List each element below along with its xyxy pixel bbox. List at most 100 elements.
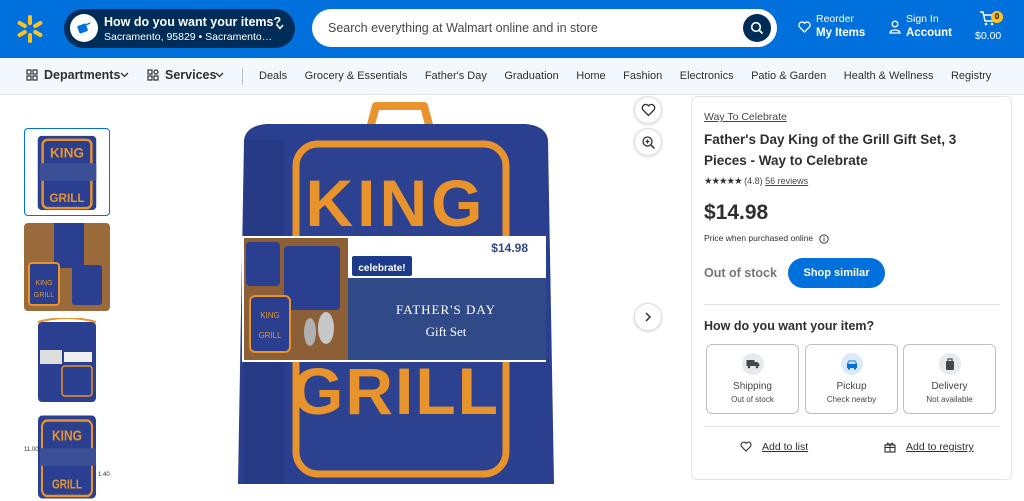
reviews-link[interactable]: 56 reviews	[765, 176, 808, 186]
thumbnail-image: KING GRILL	[28, 132, 106, 212]
zoom-button[interactable]	[634, 128, 662, 156]
nav-link-registry[interactable]: Registry	[951, 70, 991, 82]
top-header: How do you want your items? Sacramento, …	[0, 0, 1024, 58]
pickup-option[interactable]: Pickup Check nearby	[805, 344, 898, 414]
delivery-label: Delivery	[931, 381, 968, 392]
pickup-status: Check nearby	[826, 395, 877, 404]
delivery-icon	[70, 14, 98, 42]
band-title-1: FATHER'S DAY	[396, 302, 496, 317]
nav-link-fashion[interactable]: Fashion	[623, 70, 662, 82]
brand-link[interactable]: Way To Celebrate	[704, 111, 787, 123]
pickup-label: Pickup	[836, 381, 867, 392]
divider	[704, 304, 1000, 305]
thumbnail-3[interactable]	[24, 318, 110, 406]
product-title: Father's Day King of the Grill Gift Set,…	[704, 132, 957, 168]
nav-link-health-wellness[interactable]: Health & Wellness	[844, 70, 934, 82]
location-title: How do you want your items?	[104, 15, 282, 29]
search-icon	[750, 21, 764, 35]
car-icon	[841, 353, 863, 375]
services-label: Services	[165, 68, 217, 82]
heart-icon	[641, 103, 655, 117]
delivery-status: Not available	[926, 395, 973, 404]
grill-text: GRILL	[292, 354, 500, 428]
my-items-label: My Items	[816, 27, 866, 39]
zoom-in-icon	[641, 135, 655, 149]
heart-icon	[798, 21, 811, 33]
band-price: $14.98	[491, 241, 528, 255]
departments-label: Departments	[44, 68, 121, 82]
svg-text:GRILL: GRILL	[49, 192, 84, 205]
delivery-bag-icon	[939, 353, 961, 375]
thumbnail-image: KING GRILL	[24, 223, 110, 311]
thumbnail-image: KING GRILL	[24, 413, 110, 501]
fulfillment-heading: How do you want your item?	[704, 319, 875, 333]
rating-row: ★★★★★ (4.8) 56 reviews	[704, 176, 808, 187]
walmart-spark-logo[interactable]	[14, 13, 46, 45]
signin-label: Sign In	[906, 13, 939, 25]
nav-link-fathers-day[interactable]: Father's Day	[425, 70, 487, 82]
nav-link-grocery[interactable]: Grocery & Essentials	[305, 70, 408, 82]
grid-icon	[26, 69, 38, 81]
nav-link-deals[interactable]: Deals	[259, 70, 287, 82]
nav-link-patio-garden[interactable]: Patio & Garden	[751, 70, 826, 82]
rating-value: (4.8)	[744, 176, 763, 186]
band-brand: celebrate!	[358, 263, 405, 274]
thumbnail-dimension-label: 1.40	[98, 472, 110, 478]
stock-status: Out of stock	[704, 266, 777, 280]
chevron-down-icon	[276, 24, 284, 30]
next-image-button[interactable]	[634, 303, 662, 331]
info-icon[interactable]	[818, 234, 829, 244]
truck-icon	[742, 353, 764, 375]
add-to-list-label: Add to list	[762, 441, 809, 453]
location-detail: Sacramento, 95829 • Sacramento Su...	[104, 31, 274, 43]
nav-link-graduation[interactable]: Graduation	[504, 70, 558, 82]
nav-link-home[interactable]: Home	[576, 70, 605, 82]
nav-links: Deals Grocery & Essentials Father's Day …	[259, 70, 1009, 82]
svg-text:GRILL: GRILL	[34, 292, 54, 299]
product-info-panel: Way To Celebrate Father's Day King of th…	[691, 96, 1012, 480]
svg-text:KING: KING	[260, 311, 280, 320]
thumbnail-image	[24, 318, 110, 406]
price-note-text: Price when purchased online	[704, 233, 814, 243]
account-label: Account	[906, 27, 952, 39]
shop-similar-button[interactable]: Shop similar	[788, 258, 885, 288]
gift-icon	[884, 442, 896, 453]
svg-text:KING: KING	[35, 280, 52, 287]
location-selector[interactable]: How do you want your items? Sacramento, …	[64, 9, 295, 48]
heart-icon	[740, 441, 752, 452]
search-bar	[312, 9, 777, 47]
product-price: $14.98	[704, 201, 769, 224]
user-icon	[889, 20, 901, 34]
chevron-right-icon	[645, 312, 652, 322]
thumbnail-dimension-label: 11.00"	[24, 447, 41, 453]
product-photo: KING GRILL KING GRILL $14.98 celebrate! …	[238, 102, 554, 484]
thumbnail-1[interactable]: KING GRILL	[24, 128, 110, 216]
search-button[interactable]	[743, 14, 771, 42]
thumbnail-2[interactable]: KING GRILL	[24, 223, 110, 311]
svg-text:KING: KING	[50, 145, 84, 160]
king-text: KING	[306, 166, 487, 240]
thumbnail-4[interactable]: KING GRILL	[24, 413, 110, 501]
band-title-2: Gift Set	[426, 324, 467, 339]
cart-total: $0.00	[975, 30, 1002, 42]
price-note: Price when purchased online	[704, 233, 829, 244]
nav-link-electronics[interactable]: Electronics	[680, 70, 734, 82]
chevron-down-icon	[215, 72, 224, 78]
nav-divider	[242, 68, 243, 85]
search-input[interactable]	[328, 17, 728, 39]
add-to-registry-label: Add to registry	[906, 441, 974, 453]
chevron-down-icon	[120, 72, 129, 78]
svg-text:GRILL: GRILL	[52, 478, 82, 491]
delivery-option[interactable]: Delivery Not available	[903, 344, 996, 414]
cart-count-badge: 0	[991, 11, 1003, 23]
shipping-status: Out of stock	[731, 395, 774, 404]
star-rating-icon: ★★★★★	[704, 176, 743, 187]
reorder-label: Reorder	[816, 13, 854, 25]
svg-text:KING: KING	[52, 427, 82, 444]
main-product-image[interactable]: KING GRILL KING GRILL $14.98 celebrate! …	[236, 96, 556, 484]
favorite-button[interactable]	[634, 96, 662, 124]
category-nav: Departments Services Deals Grocery & Ess…	[0, 58, 1024, 95]
svg-text:GRILL: GRILL	[258, 331, 282, 340]
shipping-label: Shipping	[733, 381, 772, 392]
shipping-option[interactable]: Shipping Out of stock	[706, 344, 799, 414]
